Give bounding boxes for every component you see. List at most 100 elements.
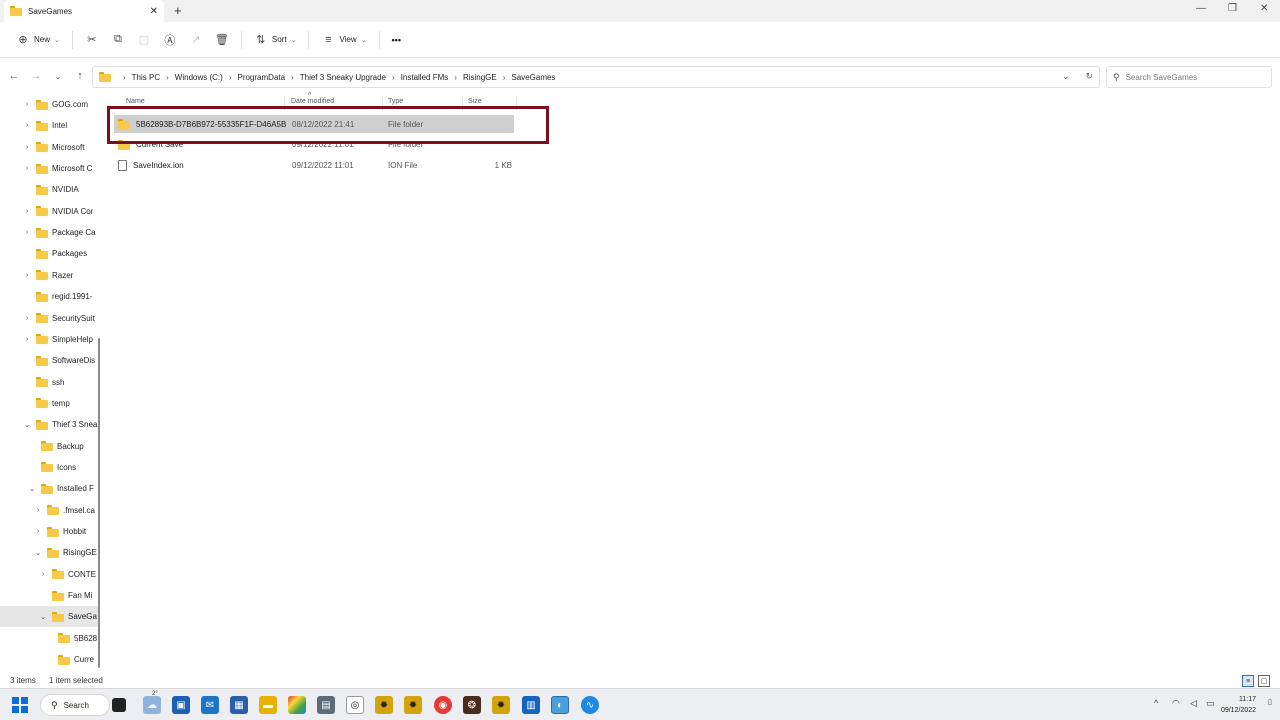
- maximize-button[interactable]: ❐: [1228, 3, 1237, 14]
- sun-app-icon-2[interactable]: ✹: [404, 696, 422, 714]
- search-input[interactable]: [1125, 72, 1265, 82]
- file-explorer-icon[interactable]: ▬: [259, 696, 277, 714]
- view-button[interactable]: ≡ View ⌄: [315, 29, 372, 51]
- forward-arrow-icon[interactable]: →: [25, 70, 47, 82]
- chevron-down-icon[interactable]: ⌄: [22, 421, 32, 429]
- windows-start-icon[interactable]: [12, 697, 28, 713]
- tree-item[interactable]: regid.1991-: [22, 286, 92, 307]
- column-header-name[interactable]: Name: [126, 98, 145, 105]
- column-header-type[interactable]: Type: [388, 98, 403, 105]
- volume-icon[interactable]: ◁: [1190, 698, 1197, 709]
- tree-item[interactable]: › SecuritySuit: [22, 308, 95, 329]
- tray-chevron-up-icon[interactable]: ^: [1154, 698, 1158, 708]
- tree-item[interactable]: › .fmsel.ca: [33, 500, 95, 521]
- address-dropdown-icon[interactable]: ⌄: [1062, 71, 1070, 82]
- tiles-view-icon[interactable]: ▢: [1258, 675, 1270, 687]
- tree-item[interactable]: › SimpleHelp: [22, 329, 93, 350]
- battery-icon[interactable]: ▭: [1206, 698, 1215, 709]
- back-arrow-icon[interactable]: ←: [3, 70, 25, 82]
- paint-icon[interactable]: [288, 696, 306, 714]
- tree-item[interactable]: Fan Mi: [38, 585, 92, 606]
- tree-item[interactable]: › Hobbit: [33, 521, 86, 542]
- table-row[interactable]: SaveIndex.ion 09/12/2022 11:01 ION File 1 K…: [114, 156, 514, 174]
- chevron-down-icon[interactable]: ⌄: [33, 549, 43, 557]
- close-window-button[interactable]: ✕: [1260, 3, 1268, 14]
- chevron-right-icon[interactable]: ›: [33, 507, 43, 514]
- edge-icon[interactable]: ◐: [551, 696, 569, 714]
- chevron-right-icon[interactable]: ›: [22, 336, 32, 343]
- search-box[interactable]: ⚲: [1106, 66, 1272, 88]
- address-bar[interactable]: › This PC › Windows (C:) › ProgramData ›…: [92, 66, 1100, 88]
- tree-item[interactable]: ⌄ Installed F: [27, 478, 94, 499]
- up-arrow-icon[interactable]: ↑: [69, 70, 91, 82]
- chevron-right-icon[interactable]: ›: [22, 208, 32, 215]
- chevron-down-icon[interactable]: ⌄: [27, 485, 37, 493]
- tree-item[interactable]: temp: [22, 393, 70, 414]
- tree-item[interactable]: Icons: [27, 457, 76, 478]
- tree-item[interactable]: › NVIDIA Cor: [22, 201, 93, 222]
- new-button[interactable]: ⊕ New ⌄: [10, 29, 66, 51]
- tree-item[interactable]: 5B628: [44, 628, 97, 649]
- weather-icon[interactable]: ☁: [143, 696, 161, 714]
- taskbar-search[interactable]: ⚲ Search: [40, 694, 110, 716]
- close-tab-icon[interactable]: ✕: [150, 6, 158, 17]
- chrome-icon[interactable]: ◉: [434, 696, 452, 714]
- breadcrumb-installed-fms[interactable]: Installed FMs: [401, 73, 449, 82]
- wifi-icon[interactable]: ◠: [1172, 698, 1180, 709]
- minimize-button[interactable]: —: [1196, 3, 1206, 14]
- notification-icon[interactable]: ▯: [1268, 698, 1272, 706]
- mail-icon[interactable]: ✉: [201, 696, 219, 714]
- sun-app-icon[interactable]: ✹: [375, 696, 393, 714]
- tree-item[interactable]: › Package Ca: [22, 222, 96, 243]
- tree-item[interactable]: NVIDIA: [22, 179, 79, 200]
- tree-item[interactable]: › Microsoft: [22, 137, 84, 158]
- breadcrumb-savegames[interactable]: SaveGames: [511, 73, 555, 82]
- new-tab-button[interactable]: +: [174, 3, 182, 18]
- chevron-right-icon[interactable]: ›: [22, 165, 32, 172]
- breadcrumb-this-pc[interactable]: This PC: [132, 73, 160, 82]
- rename-button[interactable]: Ⓐ: [157, 29, 183, 51]
- column-header-date[interactable]: Date modified: [291, 98, 334, 105]
- tab-savegames[interactable]: SaveGames ✕: [4, 0, 164, 22]
- chevron-right-icon[interactable]: ›: [22, 101, 32, 108]
- chevron-right-icon[interactable]: ›: [22, 122, 32, 129]
- paste-button[interactable]: ▢: [131, 29, 157, 51]
- calendar-icon[interactable]: ▦: [230, 696, 248, 714]
- tree-item[interactable]: ssh: [22, 372, 64, 393]
- breadcrumb-risingge[interactable]: RisingGE: [463, 73, 497, 82]
- navigation-scrollbar[interactable]: [98, 338, 100, 668]
- chevron-down-icon[interactable]: ⌄: [38, 613, 48, 621]
- sort-button[interactable]: ⇅ Sort ⌄: [248, 29, 303, 51]
- tree-item[interactable]: › Intel: [22, 115, 67, 136]
- tree-item[interactable]: › Razer: [22, 265, 73, 286]
- tree-item[interactable]: SoftwareDis: [22, 350, 95, 371]
- tree-item[interactable]: Packages: [22, 243, 87, 264]
- delete-button[interactable]: 🗑: [209, 29, 235, 51]
- column-header-size[interactable]: Size: [468, 98, 482, 105]
- chevron-right-icon[interactable]: ›: [22, 229, 32, 236]
- recent-chevron-icon[interactable]: ⌄: [47, 72, 69, 81]
- chart-app-icon[interactable]: ▥: [522, 696, 540, 714]
- tree-item[interactable]: Backup: [27, 436, 84, 457]
- game-app-icon[interactable]: ❂: [463, 696, 481, 714]
- breadcrumb-programdata[interactable]: ProgramData: [237, 73, 285, 82]
- tree-item[interactable]: ⌄ SaveGa: [0, 606, 98, 628]
- tree-item[interactable]: ⌄ Thief 3 Snea: [22, 414, 97, 435]
- breadcrumb-windows-c[interactable]: Windows (C:): [175, 73, 223, 82]
- tree-item[interactable]: Curre: [44, 649, 94, 670]
- more-options-button[interactable]: •••: [386, 31, 407, 49]
- gamepad-icon[interactable]: ◎: [346, 696, 364, 714]
- store-icon[interactable]: ▣: [172, 696, 190, 714]
- refresh-icon[interactable]: ↻: [1085, 71, 1093, 82]
- calculator-icon[interactable]: ▤: [317, 696, 335, 714]
- tree-item[interactable]: › Microsoft C: [22, 158, 92, 179]
- tree-item[interactable]: › GOG.com: [22, 94, 88, 115]
- clock[interactable]: 11:17 09/12/2022: [1221, 694, 1256, 716]
- chevron-right-icon[interactable]: ›: [22, 144, 32, 151]
- tree-item[interactable]: ⌄ RisingGE: [33, 542, 97, 563]
- cut-button[interactable]: ✂: [79, 29, 105, 51]
- copy-button[interactable]: ⧉: [105, 29, 131, 51]
- chevron-right-icon[interactable]: ›: [22, 272, 32, 279]
- sun-app-icon-3[interactable]: ✹: [492, 696, 510, 714]
- breadcrumb-thief3[interactable]: Thief 3 Sneaky Upgrade: [300, 73, 386, 82]
